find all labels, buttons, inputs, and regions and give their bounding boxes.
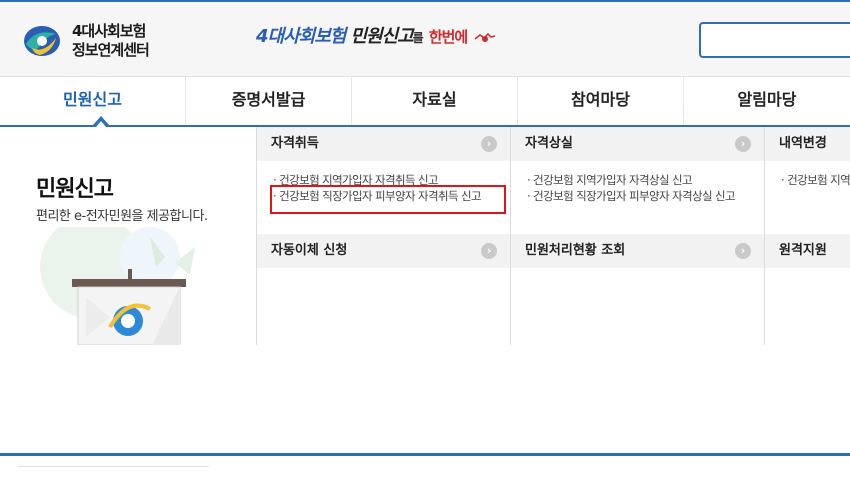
menu-link-dependent-acquisition[interactable]: · 건강보험 직장가입자 피부양자 자격취득 신고 [273, 188, 511, 204]
menu-column-3: 내역변경 · 건강보험 지역가 원격지원 [764, 127, 850, 345]
chevron-right-icon[interactable]: › [735, 243, 751, 259]
menu-heading-label: 민원처리현황 조회 [525, 243, 626, 258]
nav-item-participation[interactable]: 참여마당 [518, 77, 684, 125]
nav-item-notice[interactable]: 알림마당 [684, 77, 850, 125]
nav-item-certificate[interactable]: 증명서발급 [186, 77, 352, 125]
menu-heading-status[interactable]: 민원처리현황 조회 › [511, 234, 765, 268]
logo-line1: 4대사회보험 [72, 22, 146, 40]
browser-board-illustration-icon [40, 227, 195, 345]
main-nav: 민원신고 증명서발급 자료실 참여마당 알림마당 [0, 76, 850, 127]
bottom-accent-line [0, 453, 850, 456]
menu-link-label: 건강보험 직장가입자 피부양자 자격취득 신고 [279, 189, 481, 203]
menu-list: · 건강보험 지역가입자 자격상실 신고 · 건강보험 직장가입자 피부양자 자… [511, 172, 765, 204]
menu-link-label: 건강보험 지역가입자 자격상실 신고 [533, 173, 692, 187]
header-banner: 4대사회보험 민원신고를 한번에 [256, 22, 496, 52]
menu-link-label: 건강보험 지역가입자 자격취득 신고 [279, 173, 438, 187]
menu-link-label: 건강보험 지역가 [787, 173, 850, 187]
menu-heading-label: 원격지원 [779, 243, 827, 258]
chevron-right-icon[interactable]: › [735, 136, 751, 152]
menu-column-2: 자격상실 › · 건강보험 지역가입자 자격상실 신고 · 건강보험 직장가입자… [510, 127, 765, 345]
banner-part3: 를 [412, 31, 424, 45]
panel-title: 민원신고 [36, 177, 114, 202]
banner-part4: 한번에 [428, 28, 468, 46]
logo-line2: 정보연계센터 [72, 41, 150, 59]
panel-description: 편리한 e-전자민원을 제공합니다. [36, 209, 208, 224]
menu-heading-label: 자격상실 [525, 136, 573, 151]
nav-item-library[interactable]: 자료실 [352, 77, 518, 125]
logo-text: 4대사회보험 정보연계센터 [72, 22, 150, 60]
menu-link-local-loss[interactable]: · 건강보험 지역가입자 자격상실 신고 [527, 172, 765, 188]
panel-intro: 민원신고 편리한 e-전자민원을 제공합니다. [0, 127, 256, 345]
logo-mark-icon [24, 26, 60, 56]
menu-heading-label: 내역변경 [779, 136, 827, 151]
menu-heading-loss[interactable]: 자격상실 › [511, 127, 765, 161]
menu-link-label: 건강보험 직장가입자 피부양자 자격상실 신고 [533, 189, 735, 203]
menu-link-local-change[interactable]: · 건강보험 지역가 [781, 172, 850, 188]
chevron-right-icon[interactable]: › [481, 243, 497, 259]
search-input[interactable] [699, 22, 850, 58]
site-logo[interactable]: 4대사회보험 정보연계센터 [22, 20, 172, 64]
menu-heading-label: 자격취득 [271, 136, 319, 151]
menu-list: · 건강보험 지역가 [765, 172, 850, 188]
menu-heading-change[interactable]: 내역변경 [765, 127, 850, 161]
menu-column-1: 자격취득 › · 건강보험 지역가입자 자격취득 신고 · 건강보험 직장가입자… [256, 127, 511, 345]
menu-list: · 건강보험 지역가입자 자격취득 신고 · 건강보험 직장가입자 피부양자 자… [257, 172, 511, 204]
menu-link-dependent-loss[interactable]: · 건강보험 직장가입자 피부양자 자격상실 신고 [527, 188, 765, 204]
menu-heading-label: 자동이체 신청 [271, 243, 348, 258]
menu-heading-autopay[interactable]: 자동이체 신청 › [257, 234, 511, 268]
site-header: 4대사회보험 정보연계센터 4대사회보험 민원신고를 한번에 [0, 2, 850, 76]
chevron-right-icon[interactable]: › [481, 136, 497, 152]
menu-heading-acquisition[interactable]: 자격취득 › [257, 127, 511, 161]
banner-part2: 민원신고 [350, 26, 413, 47]
banner-part1: 4대사회보험 [256, 26, 346, 47]
menu-heading-remote[interactable]: 원격지원 [765, 234, 850, 268]
taegeuk-flag-icon [474, 32, 496, 42]
menu-link-local-acquisition[interactable]: · 건강보험 지역가입자 자격취득 신고 [273, 172, 511, 188]
mega-menu-panel: 민원신고 편리한 e-전자민원을 제공합니다. 자격취득 › · 건강보험 지역… [0, 127, 850, 345]
bottom-divider [18, 466, 209, 467]
